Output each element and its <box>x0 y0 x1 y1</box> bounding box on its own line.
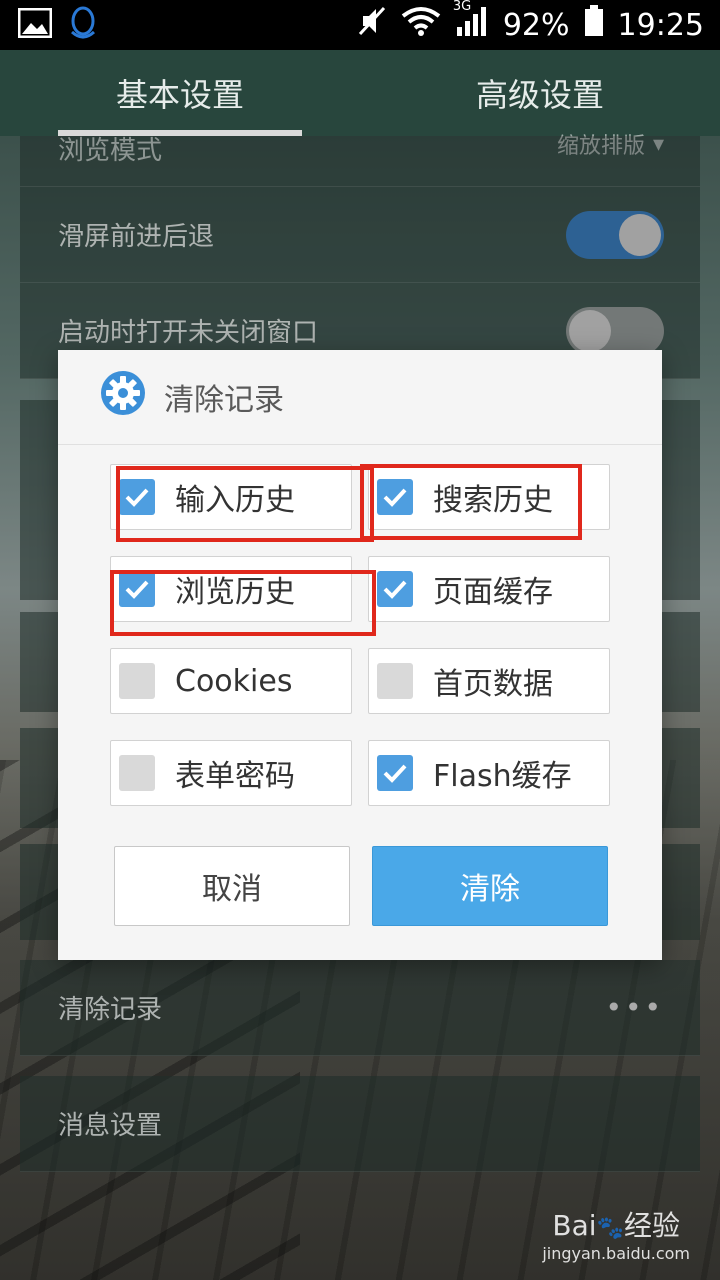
option-label: 首页数据 <box>433 667 553 702</box>
signal-icon: 3G <box>453 0 489 45</box>
checkbox-checked[interactable] <box>377 479 413 515</box>
dialog-header: 清除记录 <box>58 350 662 445</box>
battery-percent: 92% <box>502 7 570 43</box>
cancel-button[interactable]: 取消 <box>114 846 350 926</box>
option-page-cache[interactable]: 页面缓存 <box>368 556 610 622</box>
checkbox-unchecked[interactable] <box>119 663 155 699</box>
clear-options-grid: 输入历史 搜索历史 浏览历史 页面缓存 Cookies 首页数据 表单密码 Fl… <box>110 464 610 806</box>
settings-tabs: 基本设置 高级设置 <box>0 50 720 136</box>
battery-icon <box>584 5 604 45</box>
checkbox-checked[interactable] <box>377 755 413 791</box>
checkbox-unchecked[interactable] <box>377 663 413 699</box>
option-search-history[interactable]: 搜索历史 <box>368 464 610 530</box>
option-label: 表单密码 <box>175 759 295 794</box>
baidu-jingyan-watermark: Bai🐾经验 jingyan.baidu.com <box>542 1209 690 1263</box>
checkbox-checked[interactable] <box>119 479 155 515</box>
checkbox-unchecked[interactable] <box>119 755 155 791</box>
option-homepage-data[interactable]: 首页数据 <box>368 648 610 714</box>
option-cookies[interactable]: Cookies <box>110 648 352 714</box>
qq-penguin-icon <box>68 6 98 44</box>
option-label: 页面缓存 <box>433 575 553 610</box>
option-browse-history[interactable]: 浏览历史 <box>110 556 352 622</box>
image-icon <box>17 7 53 42</box>
tab-advanced-settings[interactable]: 高级设置 <box>360 50 720 136</box>
gear-icon <box>100 370 146 424</box>
dialog-title: 清除记录 <box>164 383 284 418</box>
clear-button[interactable]: 清除 <box>372 846 608 926</box>
clock: 19:25 <box>617 7 704 43</box>
mute-icon <box>357 5 387 45</box>
option-form-passwords[interactable]: 表单密码 <box>110 740 352 806</box>
status-bar: 3G 92% 19:25 <box>0 0 720 50</box>
network-type: 3G <box>452 0 472 14</box>
tab-basic-settings[interactable]: 基本设置 <box>0 50 360 136</box>
option-label: 输入历史 <box>175 483 295 518</box>
option-label: Flash缓存 <box>433 759 572 794</box>
checkbox-checked[interactable] <box>119 571 155 607</box>
option-input-history[interactable]: 输入历史 <box>110 464 352 530</box>
option-flash-cache[interactable]: Flash缓存 <box>368 740 610 806</box>
clear-records-dialog: 清除记录 输入历史 搜索历史 浏览历史 页面缓存 Cookies 首页数据 表单… <box>58 350 662 960</box>
wifi-icon <box>401 6 441 44</box>
option-label: 搜索历史 <box>433 483 553 518</box>
checkbox-checked[interactable] <box>377 571 413 607</box>
dialog-buttons: 取消 清除 <box>114 846 608 926</box>
option-label: 浏览历史 <box>175 575 295 610</box>
option-label: Cookies <box>175 663 293 699</box>
